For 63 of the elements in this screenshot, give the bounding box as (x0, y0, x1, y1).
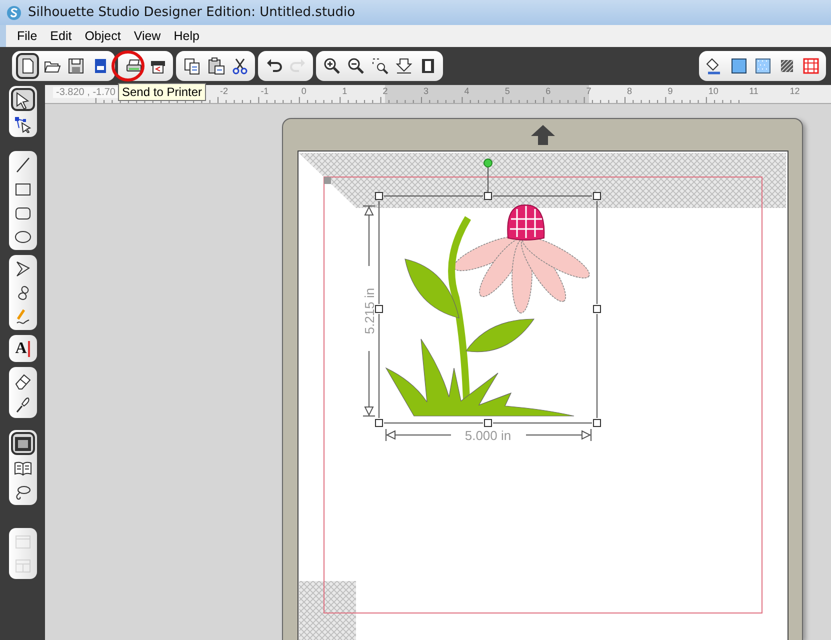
ruler-label: 8 (627, 86, 632, 96)
resize-handle[interactable] (593, 192, 601, 200)
registration-mark (324, 177, 331, 184)
text-button[interactable]: A (10, 337, 34, 360)
rotate-handle[interactable] (484, 158, 492, 168)
copy-icon (182, 57, 200, 75)
menu-item[interactable]: Object (80, 29, 129, 43)
menu-item[interactable]: File (12, 29, 46, 43)
width-label: 5.000 in (464, 428, 512, 443)
menu-item[interactable]: View (128, 29, 169, 43)
window-title: Silhouette Studio Designer Edition: Untitled.studio (28, 5, 356, 20)
highlight-circle (111, 50, 145, 82)
resize-handle[interactable] (593, 419, 601, 427)
scissors-icon (230, 57, 248, 75)
load-direction-arrow-icon (531, 125, 555, 145)
height-label: 5.215 in (362, 288, 377, 334)
menu-item[interactable]: Edit (45, 29, 80, 43)
zoom-in-icon (322, 57, 340, 75)
resize-handle[interactable] (593, 305, 601, 313)
color-swatch-icon (730, 57, 748, 75)
filled-rectangle-icon (14, 434, 32, 452)
resize-handle[interactable] (375, 305, 383, 313)
panel-window-icon (14, 532, 32, 550)
tooltip: Send to Printer (118, 83, 206, 101)
app-logo-icon (6, 4, 22, 20)
select-button[interactable] (10, 88, 34, 111)
split-panel-icon (14, 556, 32, 574)
arrow-pointer-icon (14, 90, 32, 108)
menu-item[interactable]: Help (168, 29, 208, 43)
ruler-label: 6 (546, 86, 551, 96)
ruler-label: 5 (504, 86, 510, 96)
line-icon (14, 156, 32, 174)
ruler-label: 1 (342, 86, 348, 96)
down-arrow-icon (394, 57, 412, 75)
knife-icon (14, 396, 32, 414)
ruler-label: 9 (668, 86, 673, 96)
ruler-label: 12 (790, 86, 800, 96)
ruler-label: 10 (708, 86, 718, 96)
ruler-label: -2 (220, 86, 228, 96)
ruler-label: 4 (464, 86, 470, 96)
registration-grid-icon (802, 57, 820, 75)
resize-handle[interactable] (484, 419, 492, 427)
resize-handle[interactable] (375, 192, 383, 200)
eraser-icon (14, 372, 32, 390)
ruler-label: 11 (749, 86, 758, 96)
polygon-icon (14, 260, 32, 278)
ruler-label: 0 (301, 86, 306, 96)
zoom-selection-icon (370, 57, 388, 75)
frame-button[interactable] (10, 432, 34, 455)
node-edit-icon (14, 114, 32, 132)
ruler-label: 2 (382, 86, 388, 96)
redo-arrow-icon (288, 57, 306, 75)
resize-handle[interactable] (375, 419, 383, 427)
ruler-label: 3 (424, 86, 429, 96)
dotted-square-icon (754, 57, 772, 75)
undo-arrow-icon (264, 57, 282, 75)
ruler-label: -1 (260, 86, 269, 96)
ruler-label: 7 (586, 86, 592, 96)
clipboard-icon (206, 57, 224, 75)
new-button[interactable] (16, 53, 39, 79)
zoom-out-icon (346, 57, 364, 75)
cursor-coordinates: -3.820 , -1.70 (53, 87, 118, 98)
resize-handle[interactable] (484, 192, 492, 200)
